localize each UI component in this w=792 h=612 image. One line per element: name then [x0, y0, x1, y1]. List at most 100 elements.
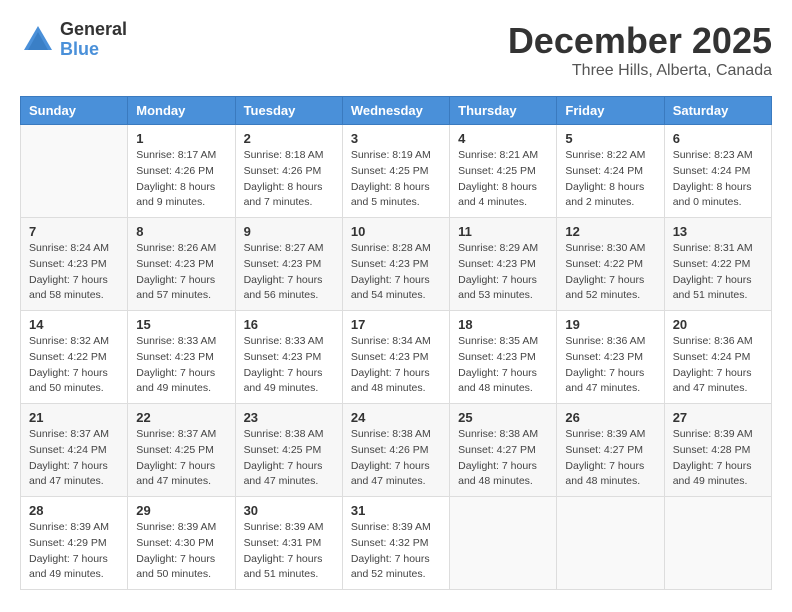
day-number: 7: [29, 224, 119, 239]
calendar-week-1: 1 Sunrise: 8:17 AMSunset: 4:26 PMDaylight…: [21, 125, 772, 218]
calendar-cell-w2-d6: 12 Sunrise: 8:30 AMSunset: 4:22 PMDayligh…: [557, 218, 664, 311]
day-number: 22: [136, 410, 226, 425]
calendar-cell-w2-d4: 10Sunrise: 8:28 AMSunset: 4:23 PMDayligh…: [342, 218, 449, 311]
day-info: Sunrise: 8:38 AMSunset: 4:26 PMDaylight:…: [351, 427, 441, 490]
day-number: 27: [673, 410, 763, 425]
day-number: 2: [244, 131, 334, 146]
calendar-cell-w5-d2: 29 Sunrise: 8:39 AMSunset: 4:30 PMDayligh…: [128, 497, 235, 590]
day-number: 29: [136, 503, 226, 518]
day-number: 5: [565, 131, 655, 146]
day-number: 3: [351, 131, 441, 146]
logo-blue-text: Blue: [60, 40, 127, 60]
day-info: Sunrise: 8:17 AMSunset: 4:26 PMDaylight:…: [136, 148, 226, 211]
day-info: Sunrise: 8:27 AMSunset: 4:23 PMDaylight:…: [244, 241, 334, 304]
calendar-cell-w3-d2: 15Sunrise: 8:33 AMSunset: 4:23 PMDayligh…: [128, 311, 235, 404]
calendar-cell-w5-d4: 31 Sunrise: 8:39 AMSunset: 4:32 PMDayligh…: [342, 497, 449, 590]
calendar-cell-w4-d7: 27Sunrise: 8:39 AMSunset: 4:28 PMDayligh…: [664, 404, 771, 497]
calendar: Sunday Monday Tuesday Wednesday Thursday…: [20, 96, 772, 590]
calendar-cell-w3-d1: 14 Sunrise: 8:32 AMSunset: 4:22 PMDayligh…: [21, 311, 128, 404]
calendar-cell-w1-d5: 4Sunrise: 8:21 AMSunset: 4:25 PMDaylight…: [450, 125, 557, 218]
day-number: 11: [458, 224, 548, 239]
day-info: Sunrise: 8:36 AMSunset: 4:23 PMDaylight:…: [565, 334, 655, 397]
calendar-week-5: 28 Sunrise: 8:39 AMSunset: 4:29 PMDayligh…: [21, 497, 772, 590]
calendar-cell-w4-d1: 21Sunrise: 8:37 AMSunset: 4:24 PMDayligh…: [21, 404, 128, 497]
calendar-week-2: 7Sunrise: 8:24 AMSunset: 4:23 PMDaylight…: [21, 218, 772, 311]
day-info: Sunrise: 8:37 AMSunset: 4:25 PMDaylight:…: [136, 427, 226, 490]
calendar-header-row: Sunday Monday Tuesday Wednesday Thursday…: [21, 97, 772, 125]
day-number: 25: [458, 410, 548, 425]
day-number: 23: [244, 410, 334, 425]
header-wednesday: Wednesday: [342, 97, 449, 125]
day-number: 24: [351, 410, 441, 425]
day-info: Sunrise: 8:34 AMSunset: 4:23 PMDaylight:…: [351, 334, 441, 397]
calendar-cell-w4-d6: 26Sunrise: 8:39 AMSunset: 4:27 PMDayligh…: [557, 404, 664, 497]
day-info: Sunrise: 8:33 AMSunset: 4:23 PMDaylight:…: [136, 334, 226, 397]
day-number: 30: [244, 503, 334, 518]
day-info: Sunrise: 8:28 AMSunset: 4:23 PMDaylight:…: [351, 241, 441, 304]
day-info: Sunrise: 8:18 AMSunset: 4:26 PMDaylight:…: [244, 148, 334, 211]
day-info: Sunrise: 8:30 AMSunset: 4:22 PMDaylight:…: [565, 241, 655, 304]
calendar-cell-w5-d1: 28 Sunrise: 8:39 AMSunset: 4:29 PMDayligh…: [21, 497, 128, 590]
header-monday: Monday: [128, 97, 235, 125]
calendar-cell-w4-d3: 23 Sunrise: 8:38 AMSunset: 4:25 PMDayligh…: [235, 404, 342, 497]
header-saturday: Saturday: [664, 97, 771, 125]
day-number: 14: [29, 317, 119, 332]
calendar-cell-w1-d4: 3 Sunrise: 8:19 AMSunset: 4:25 PMDaylight…: [342, 125, 449, 218]
calendar-cell-w5-d7: [664, 497, 771, 590]
calendar-cell-w1-d7: 6Sunrise: 8:23 AMSunset: 4:24 PMDaylight…: [664, 125, 771, 218]
calendar-cell-w4-d5: 25 Sunrise: 8:38 AMSunset: 4:27 PMDayligh…: [450, 404, 557, 497]
logo-icon: [20, 22, 56, 58]
day-info: Sunrise: 8:29 AMSunset: 4:23 PMDaylight:…: [458, 241, 548, 304]
title-section: December 2025 Three Hills, Alberta, Cana…: [508, 20, 772, 80]
calendar-cell-w1-d3: 2 Sunrise: 8:18 AMSunset: 4:26 PMDaylight…: [235, 125, 342, 218]
calendar-cell-w2-d5: 11 Sunrise: 8:29 AMSunset: 4:23 PMDayligh…: [450, 218, 557, 311]
day-number: 18: [458, 317, 548, 332]
day-info: Sunrise: 8:31 AMSunset: 4:22 PMDaylight:…: [673, 241, 763, 304]
day-number: 21: [29, 410, 119, 425]
day-number: 9: [244, 224, 334, 239]
day-info: Sunrise: 8:22 AMSunset: 4:24 PMDaylight:…: [565, 148, 655, 211]
month-title: December 2025: [508, 20, 772, 62]
day-info: Sunrise: 8:39 AMSunset: 4:29 PMDaylight:…: [29, 520, 119, 583]
logo-general-text: General: [60, 20, 127, 40]
calendar-cell-w3-d4: 17 Sunrise: 8:34 AMSunset: 4:23 PMDayligh…: [342, 311, 449, 404]
day-info: Sunrise: 8:33 AMSunset: 4:23 PMDaylight:…: [244, 334, 334, 397]
day-number: 28: [29, 503, 119, 518]
header-tuesday: Tuesday: [235, 97, 342, 125]
day-info: Sunrise: 8:38 AMSunset: 4:25 PMDaylight:…: [244, 427, 334, 490]
calendar-week-3: 14 Sunrise: 8:32 AMSunset: 4:22 PMDayligh…: [21, 311, 772, 404]
day-info: Sunrise: 8:35 AMSunset: 4:23 PMDaylight:…: [458, 334, 548, 397]
calendar-cell-w5-d6: [557, 497, 664, 590]
calendar-cell-w1-d1: [21, 125, 128, 218]
header-sunday: Sunday: [21, 97, 128, 125]
day-number: 1: [136, 131, 226, 146]
day-info: Sunrise: 8:39 AMSunset: 4:32 PMDaylight:…: [351, 520, 441, 583]
calendar-cell-w1-d6: 5 Sunrise: 8:22 AMSunset: 4:24 PMDaylight…: [557, 125, 664, 218]
day-number: 20: [673, 317, 763, 332]
header: General Blue December 2025 Three Hills, …: [20, 20, 772, 80]
calendar-cell-w2-d2: 8 Sunrise: 8:26 AMSunset: 4:23 PMDaylight…: [128, 218, 235, 311]
day-info: Sunrise: 8:19 AMSunset: 4:25 PMDaylight:…: [351, 148, 441, 211]
day-info: Sunrise: 8:39 AMSunset: 4:30 PMDaylight:…: [136, 520, 226, 583]
calendar-cell-w5-d3: 30Sunrise: 8:39 AMSunset: 4:31 PMDayligh…: [235, 497, 342, 590]
day-info: Sunrise: 8:21 AMSunset: 4:25 PMDaylight:…: [458, 148, 548, 211]
day-number: 31: [351, 503, 441, 518]
day-number: 12: [565, 224, 655, 239]
calendar-cell-w2-d7: 13 Sunrise: 8:31 AMSunset: 4:22 PMDayligh…: [664, 218, 771, 311]
header-thursday: Thursday: [450, 97, 557, 125]
calendar-cell-w4-d4: 24 Sunrise: 8:38 AMSunset: 4:26 PMDayligh…: [342, 404, 449, 497]
day-number: 17: [351, 317, 441, 332]
day-info: Sunrise: 8:38 AMSunset: 4:27 PMDaylight:…: [458, 427, 548, 490]
day-info: Sunrise: 8:39 AMSunset: 4:27 PMDaylight:…: [565, 427, 655, 490]
header-friday: Friday: [557, 97, 664, 125]
calendar-cell-w2-d1: 7Sunrise: 8:24 AMSunset: 4:23 PMDaylight…: [21, 218, 128, 311]
day-number: 16: [244, 317, 334, 332]
calendar-cell-w2-d3: 9 Sunrise: 8:27 AMSunset: 4:23 PMDaylight…: [235, 218, 342, 311]
logo-text: General Blue: [60, 20, 127, 60]
day-info: Sunrise: 8:26 AMSunset: 4:23 PMDaylight:…: [136, 241, 226, 304]
day-number: 8: [136, 224, 226, 239]
day-info: Sunrise: 8:23 AMSunset: 4:24 PMDaylight:…: [673, 148, 763, 211]
day-info: Sunrise: 8:32 AMSunset: 4:22 PMDaylight:…: [29, 334, 119, 397]
day-number: 13: [673, 224, 763, 239]
calendar-cell-w3-d5: 18 Sunrise: 8:35 AMSunset: 4:23 PMDayligh…: [450, 311, 557, 404]
